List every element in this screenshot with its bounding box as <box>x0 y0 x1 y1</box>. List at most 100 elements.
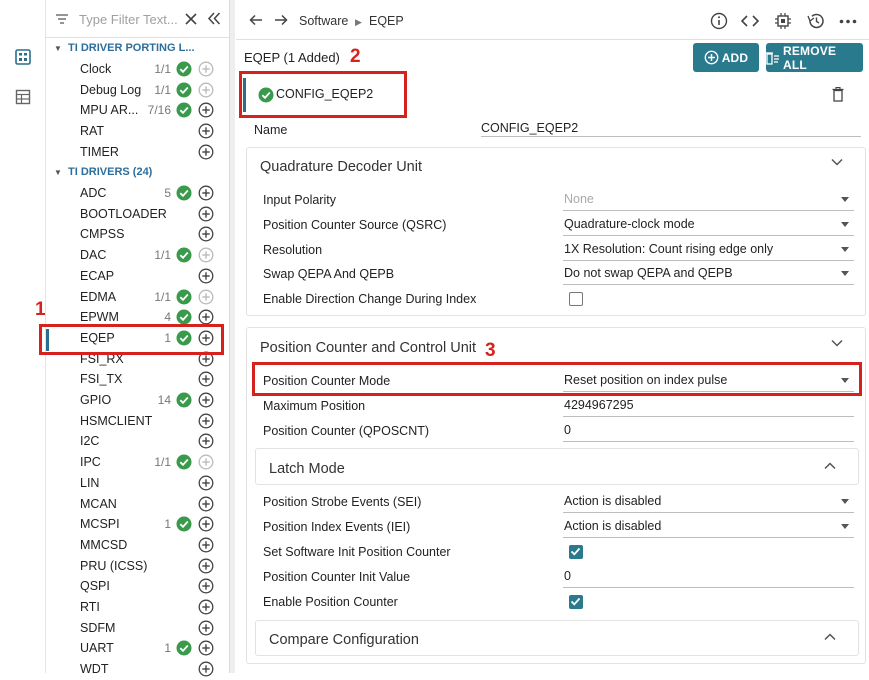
tree-item[interactable]: GPIO 14 <box>46 390 229 411</box>
chevron-up-icon[interactable] <box>824 633 836 641</box>
tree-item[interactable]: IPC 1/1 <box>46 452 229 473</box>
tree-item[interactable]: I2C <box>46 431 229 452</box>
breadcrumb-root[interactable]: Software <box>299 14 348 28</box>
tree-item[interactable]: DAC 1/1 <box>46 245 229 266</box>
remove-all-button[interactable]: REMOVE ALL <box>766 43 863 72</box>
tree-item[interactable]: Clock 1/1 <box>46 59 229 80</box>
tree-item[interactable]: QSPI <box>46 576 229 597</box>
add-instance-icon[interactable] <box>198 102 214 118</box>
tree-item[interactable]: SDFM <box>46 618 229 639</box>
tree-item[interactable]: MMCSD <box>46 535 229 556</box>
tree-item[interactable]: RAT <box>46 121 229 142</box>
forward-arrow-icon[interactable] <box>274 14 288 26</box>
compare-configuration-header[interactable]: Compare Configuration <box>255 620 859 656</box>
add-button-label: ADD <box>721 50 749 65</box>
add-instance-icon[interactable] <box>198 661 214 677</box>
param-select[interactable]: Do not swap QEPA and QEPB <box>563 266 854 285</box>
add-instance-icon[interactable] <box>198 620 214 636</box>
add-instance-icon[interactable] <box>198 496 214 512</box>
param-select[interactable]: 1X Resolution: Count rising edge only <box>563 242 854 261</box>
tree-item[interactable]: EDMA 1/1 <box>46 287 229 308</box>
chevron-up-icon[interactable] <box>824 462 836 470</box>
add-instance-icon[interactable] <box>198 558 214 574</box>
param-select[interactable]: Quadrature-clock mode <box>563 217 854 236</box>
tree-item[interactable]: MPU AR... 7/16 <box>46 100 229 121</box>
add-instance-icon[interactable] <box>198 640 214 656</box>
add-instance-icon[interactable] <box>198 578 214 594</box>
name-input[interactable]: CONFIG_EQEP2 <box>481 121 861 137</box>
tree-item[interactable]: ADC 5 <box>46 183 229 204</box>
add-instance-icon[interactable] <box>198 433 214 449</box>
tree-item[interactable]: HSMCLIENT <box>46 411 229 432</box>
param-text-input[interactable]: 0 <box>563 423 854 442</box>
add-instance-icon[interactable] <box>198 392 214 408</box>
tree-item[interactable]: ECAP <box>46 266 229 287</box>
param-checkbox[interactable] <box>569 292 583 306</box>
collapse-panel-icon[interactable] <box>207 12 221 25</box>
add-instance-icon[interactable] <box>198 289 214 305</box>
tree-item-count: 1/1 <box>154 455 171 470</box>
info-icon[interactable] <box>710 12 728 30</box>
tree-item[interactable]: FSI_TX <box>46 369 229 390</box>
back-arrow-icon[interactable] <box>249 14 263 26</box>
add-instance-icon[interactable] <box>198 599 214 615</box>
add-instance-icon[interactable] <box>198 413 214 429</box>
tree-item[interactable]: MCSPI 1 <box>46 514 229 535</box>
add-instance-icon[interactable] <box>198 206 214 222</box>
dropdown-arrow-icon <box>841 524 849 529</box>
chevron-down-icon[interactable] <box>831 158 843 166</box>
add-button[interactable]: ADD <box>693 43 759 72</box>
add-instance-icon[interactable] <box>198 226 214 242</box>
tree-item[interactable]: PRU (ICSS) <box>46 556 229 577</box>
tree-item[interactable]: UART 1 <box>46 638 229 659</box>
tree-item-count: 1/1 <box>154 289 171 304</box>
filter-input[interactable] <box>79 12 189 27</box>
add-instance-icon[interactable] <box>198 61 214 77</box>
param-text-input[interactable]: 0 <box>563 569 854 588</box>
tree-item[interactable]: BOOTLOADER <box>46 204 229 225</box>
param-text-input[interactable]: 4294967295 <box>563 398 854 417</box>
tree-group-drivers[interactable]: ▼ TI DRIVERS (24) <box>46 162 229 182</box>
code-view-icon[interactable] <box>740 14 760 28</box>
chevron-down-icon[interactable] <box>831 339 843 347</box>
table-icon[interactable] <box>13 87 33 107</box>
history-icon[interactable] <box>806 12 825 30</box>
param-checkbox[interactable] <box>569 545 583 559</box>
tree-item[interactable]: Debug Log 1/1 <box>46 80 229 101</box>
breadcrumb-separator-icon: ▶ <box>355 17 362 27</box>
add-instance-icon[interactable] <box>198 144 214 160</box>
add-instance-icon[interactable] <box>198 268 214 284</box>
tree-item[interactable]: WDT <box>46 659 229 680</box>
add-instance-icon[interactable] <box>198 82 214 98</box>
tree-item[interactable]: TIMER <box>46 142 229 163</box>
delete-instance-icon[interactable] <box>832 87 844 102</box>
add-instance-icon[interactable] <box>198 516 214 532</box>
add-instance-icon[interactable] <box>198 309 214 325</box>
tree-item[interactable]: CMPSS <box>46 224 229 245</box>
add-instance-icon[interactable] <box>198 123 214 139</box>
add-instance-icon[interactable] <box>198 454 214 470</box>
clear-filter-icon[interactable] <box>185 13 197 25</box>
add-instance-icon[interactable] <box>198 247 214 263</box>
add-instance-icon[interactable] <box>198 185 214 201</box>
tree-item-name: UART <box>80 641 114 656</box>
add-instance-icon[interactable] <box>198 537 214 553</box>
more-options-icon[interactable] <box>839 19 857 24</box>
param-checkbox[interactable] <box>569 595 583 609</box>
tree-item-name: ADC <box>80 186 107 200</box>
annotation-number-2: 2 <box>350 46 361 67</box>
chip-icon[interactable] <box>774 12 792 30</box>
panel-splitter[interactable] <box>229 0 235 673</box>
tree-item[interactable]: LIN <box>46 473 229 494</box>
param-select[interactable]: Action is disabled <box>563 519 854 538</box>
param-select[interactable]: None <box>563 192 854 211</box>
param-select[interactable]: Action is disabled <box>563 494 854 513</box>
latch-mode-header[interactable]: Latch Mode <box>255 448 859 485</box>
dashboard-icon[interactable] <box>13 47 33 67</box>
add-instance-icon[interactable] <box>198 475 214 491</box>
tree-group-porting[interactable]: ▼ TI DRIVER PORTING L... <box>46 38 229 58</box>
tree-item[interactable]: RTI <box>46 597 229 618</box>
filter-icon[interactable] <box>55 13 69 25</box>
tree-item[interactable]: MCAN <box>46 494 229 515</box>
add-instance-icon[interactable] <box>198 371 214 387</box>
